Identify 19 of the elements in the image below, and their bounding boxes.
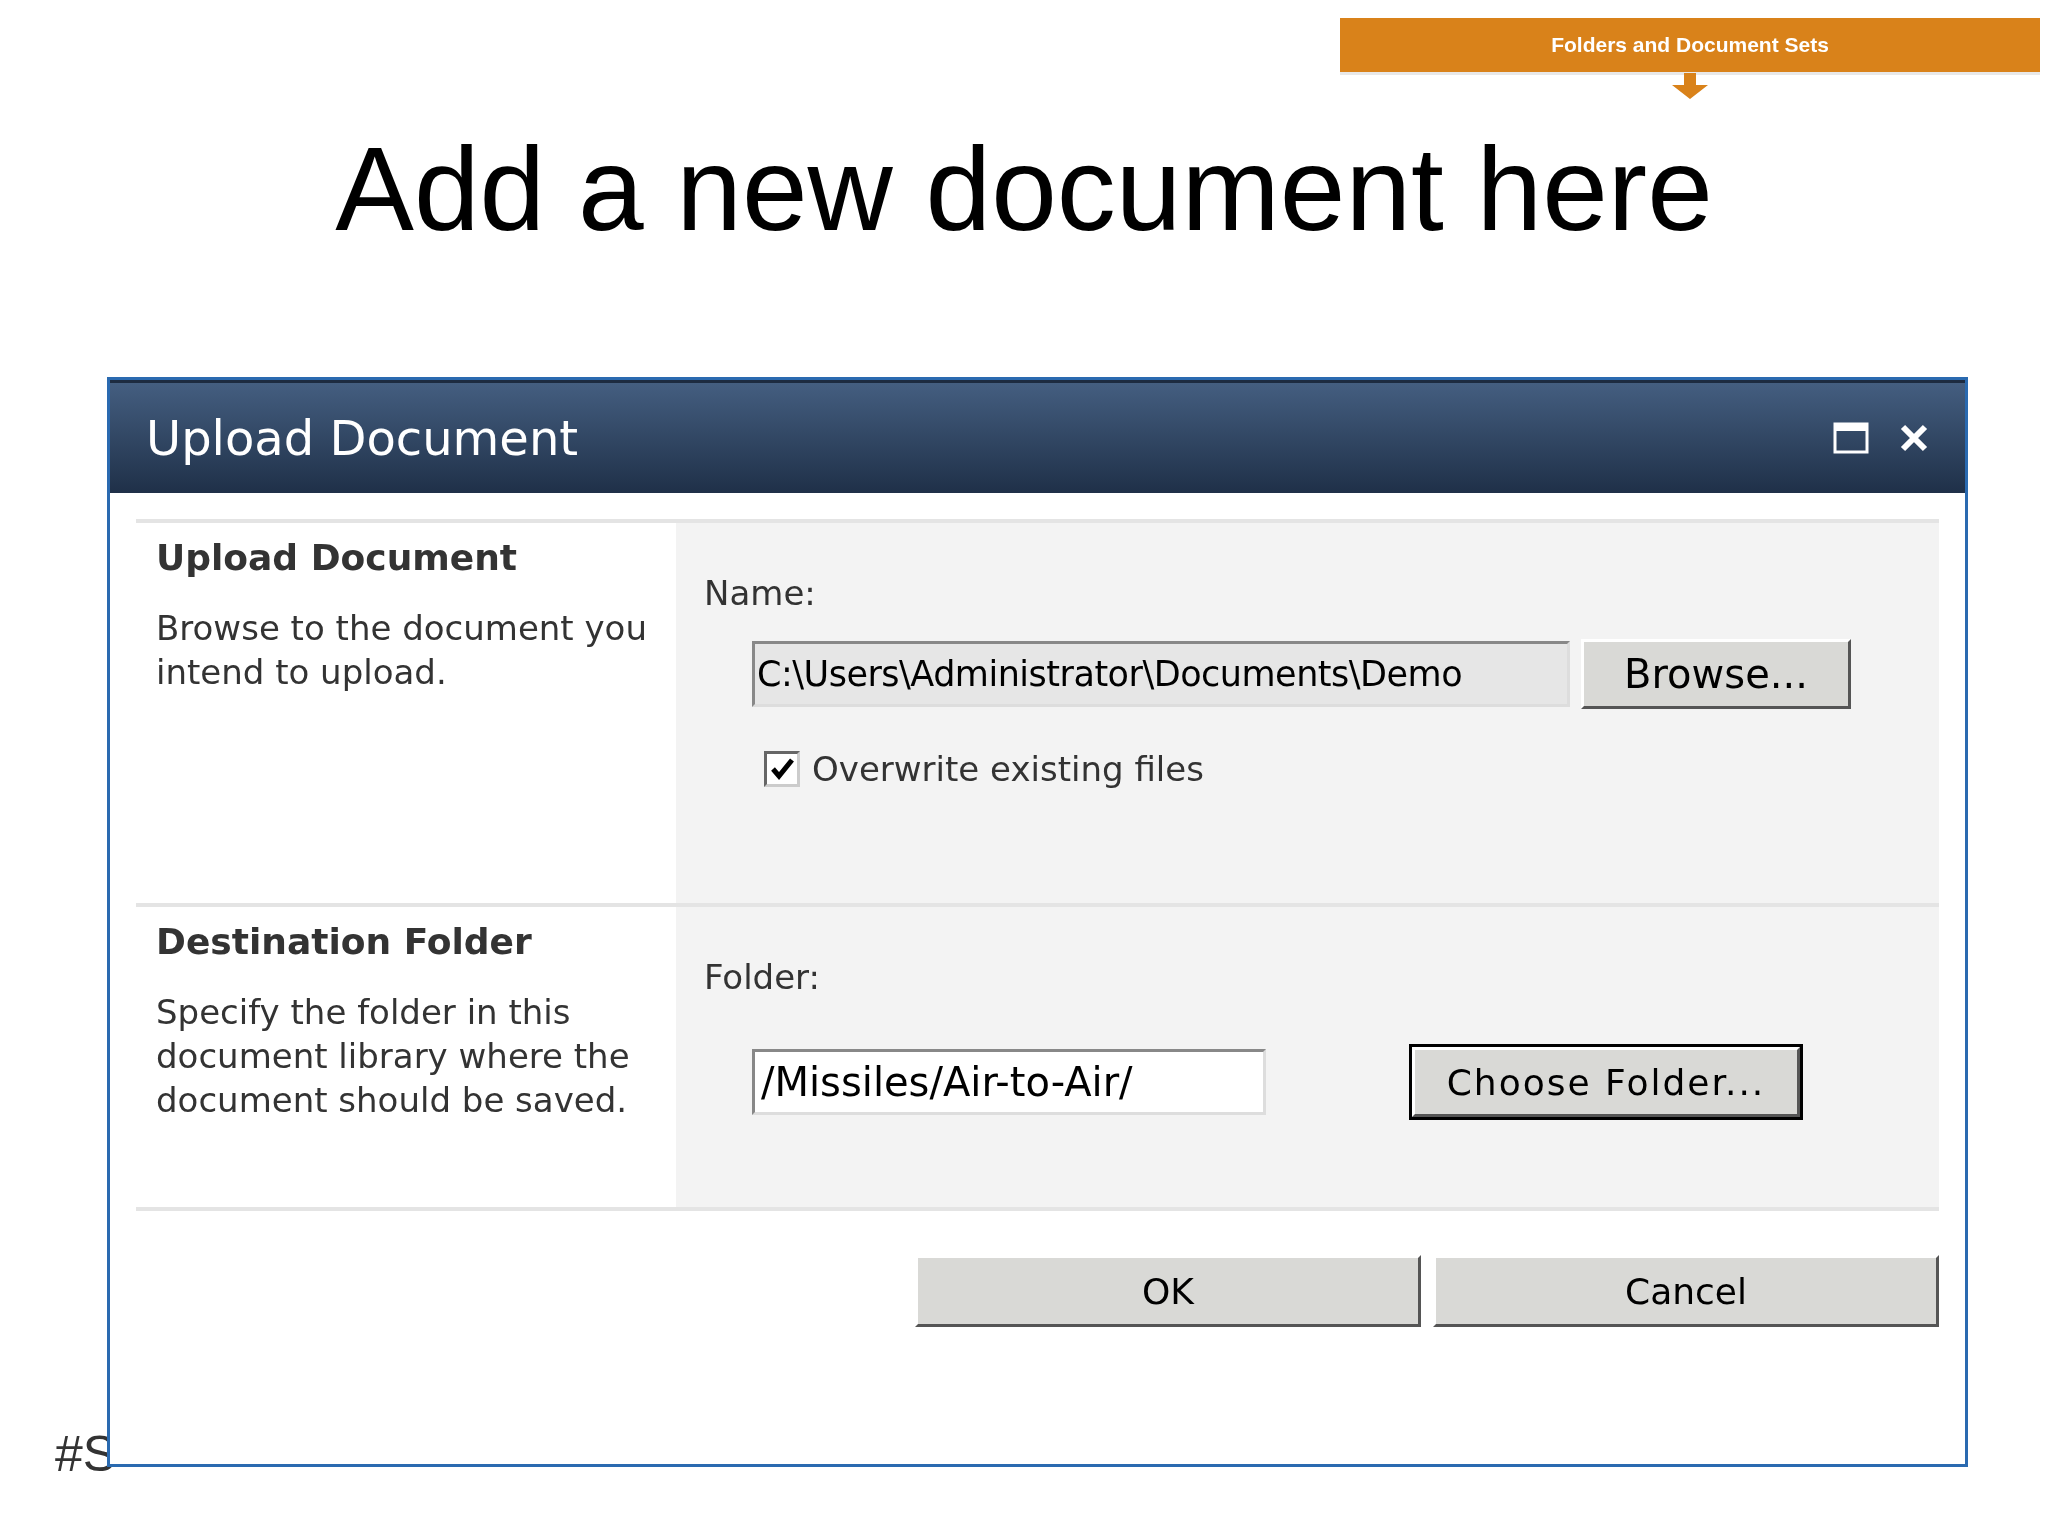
choose-folder-button[interactable]: Choose Folder... — [1412, 1047, 1800, 1117]
close-icon[interactable] — [1899, 423, 1929, 453]
field-label: Folder: — [704, 957, 821, 997]
section-heading: Destination Folder — [156, 921, 533, 962]
field-label: Name: — [704, 573, 817, 613]
checkbox-label: Overwrite existing files — [812, 749, 1204, 789]
browse-button[interactable]: Browse... — [1581, 639, 1851, 709]
banner-label: Folders and Document Sets — [1551, 33, 1829, 57]
dialog-title: Upload Document — [146, 410, 580, 466]
maximize-icon[interactable] — [1833, 422, 1869, 454]
section-description: Specify the folder in this document library where the document should be saved. — [156, 991, 631, 1122]
section-heading: Upload Document — [156, 537, 519, 578]
path-input[interactable]: /Missiles/Air-to-Air/ — [752, 1049, 1266, 1115]
ok-button[interactable]: OK — [915, 1255, 1421, 1327]
section-description: Browse to the document you intend to upload. — [156, 607, 648, 694]
path-input[interactable]: C:\Users\Administrator\Documents\Demo — [752, 641, 1570, 707]
cancel-button[interactable]: Cancel — [1433, 1255, 1939, 1327]
slide-title: Add a new document here — [334, 122, 1714, 257]
checkbox[interactable] — [764, 751, 800, 787]
